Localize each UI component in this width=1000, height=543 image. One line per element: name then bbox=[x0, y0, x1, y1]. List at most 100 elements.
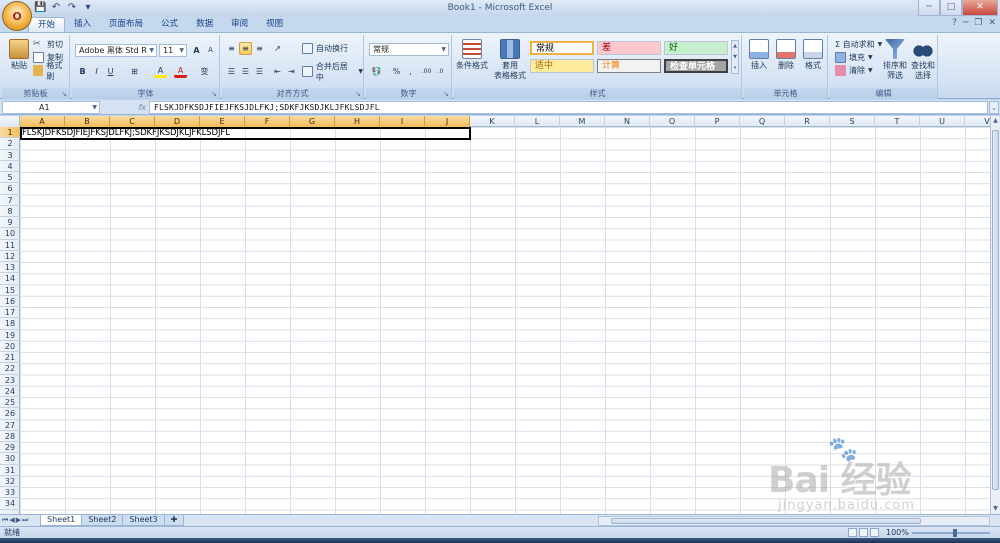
insert-cells-button[interactable]: 插入 bbox=[744, 37, 774, 71]
row-header-17[interactable]: 17 bbox=[0, 307, 20, 319]
tab-4[interactable]: 数据 bbox=[187, 17, 222, 32]
format-as-table-button[interactable]: 套用 表格格式 bbox=[492, 37, 528, 81]
doc-close-button[interactable]: ✕ bbox=[988, 18, 996, 28]
decrease-decimal-button[interactable]: .0 bbox=[434, 65, 447, 78]
style-neutral[interactable]: 适中 bbox=[530, 59, 594, 73]
grow-font-button[interactable]: A bbox=[190, 44, 203, 57]
row-header-30[interactable]: 30 bbox=[0, 453, 20, 465]
autosum-button[interactable]: Σ 自动求和 ▼ bbox=[835, 38, 882, 51]
page-layout-view-icon[interactable] bbox=[859, 528, 868, 537]
last-sheet-icon[interactable]: ⏭ bbox=[22, 515, 28, 526]
style-normal[interactable]: 常规 bbox=[530, 41, 594, 55]
selected-cell-outline[interactable] bbox=[20, 127, 471, 140]
column-header-a[interactable]: A bbox=[20, 116, 65, 127]
insert-sheet-icon[interactable]: ✚ bbox=[163, 515, 185, 526]
row-header-8[interactable]: 8 bbox=[0, 206, 20, 217]
row-header-15[interactable]: 15 bbox=[0, 285, 20, 296]
underline-button[interactable]: U bbox=[104, 65, 117, 78]
zoom-slider-thumb[interactable] bbox=[953, 529, 957, 537]
vertical-scroll-thumb[interactable] bbox=[992, 130, 999, 490]
row-header-14[interactable]: 14 bbox=[0, 273, 20, 285]
dialog-launcher-icon[interactable]: ↘ bbox=[211, 90, 217, 98]
formula-input[interactable]: FLSKJDFKSDJFIEJFKSJDLFKJ;SDKFJKSDJKLJFKL… bbox=[149, 101, 988, 114]
fx-icon[interactable]: fx bbox=[138, 103, 146, 112]
row-header-12[interactable]: 12 bbox=[0, 251, 20, 262]
row-header-34[interactable]: 34 bbox=[0, 498, 20, 510]
fill-color-button[interactable]: A bbox=[154, 65, 167, 78]
align-left-icon[interactable]: ☰ bbox=[225, 65, 238, 78]
maximize-button[interactable]: □ bbox=[940, 0, 962, 16]
row-header-4[interactable]: 4 bbox=[0, 161, 20, 172]
doc-minimize-button[interactable]: ─ bbox=[963, 18, 968, 28]
column-header-e[interactable]: E bbox=[200, 116, 245, 127]
align-middle-icon[interactable]: ≡ bbox=[239, 42, 252, 55]
doc-restore-button[interactable]: ❐ bbox=[974, 18, 982, 28]
name-box[interactable]: A1 ▼ bbox=[2, 101, 100, 114]
minimize-button[interactable]: ─ bbox=[918, 0, 940, 16]
increase-indent-icon[interactable]: ⇥ bbox=[285, 65, 298, 78]
next-sheet-icon[interactable]: ▶ bbox=[16, 515, 21, 526]
column-header-h[interactable]: H bbox=[335, 116, 380, 127]
find-select-button[interactable]: 查找和 选择 bbox=[910, 37, 936, 81]
horizontal-scrollbar[interactable] bbox=[598, 516, 990, 526]
row-header-13[interactable]: 13 bbox=[0, 262, 20, 274]
help-icon[interactable]: ? bbox=[952, 18, 957, 28]
border-button[interactable]: ⊞ bbox=[128, 65, 141, 78]
row-header-21[interactable]: 21 bbox=[0, 352, 20, 364]
format-cells-button[interactable]: 格式 bbox=[798, 37, 828, 71]
font-size-combo[interactable]: 11 ▼ bbox=[159, 44, 187, 57]
row-header-24[interactable]: 24 bbox=[0, 386, 20, 397]
merge-center-button[interactable]: 合并后居中 ▼ bbox=[302, 62, 363, 82]
shrink-font-button[interactable]: A bbox=[204, 44, 217, 57]
styles-gallery-scroll[interactable]: ▲ ▼ ▾ bbox=[731, 40, 739, 74]
zoom-slider[interactable] bbox=[912, 532, 990, 534]
comma-button[interactable]: , bbox=[404, 65, 417, 78]
row-header-11[interactable]: 11 bbox=[0, 240, 20, 251]
column-header-i[interactable]: I bbox=[380, 116, 425, 127]
align-bottom-icon[interactable]: ≡ bbox=[253, 42, 266, 55]
row-header-3[interactable]: 3 bbox=[0, 150, 20, 161]
column-header-v[interactable]: V bbox=[965, 116, 990, 127]
column-header-c[interactable]: C bbox=[110, 116, 155, 127]
expand-formula-bar-icon[interactable]: ⌄ bbox=[989, 101, 999, 114]
normal-view-icon[interactable] bbox=[848, 528, 857, 537]
dialog-launcher-icon[interactable]: ↘ bbox=[61, 90, 67, 98]
row-header-19[interactable]: 19 bbox=[0, 330, 20, 341]
scroll-down-icon[interactable]: ▼ bbox=[991, 504, 1000, 514]
sort-filter-button[interactable]: 排序和 筛选 bbox=[882, 37, 908, 81]
tab-1[interactable]: 插入 bbox=[65, 17, 100, 32]
vertical-scrollbar[interactable]: ▲ ▼ bbox=[990, 116, 1000, 514]
row-header-32[interactable]: 32 bbox=[0, 476, 20, 487]
paste-button[interactable]: 粘贴 bbox=[4, 37, 34, 71]
conditional-formatting-button[interactable]: 条件格式 bbox=[454, 37, 490, 71]
row-header-26[interactable]: 26 bbox=[0, 408, 20, 420]
row-header-6[interactable]: 6 bbox=[0, 183, 20, 195]
row-header-29[interactable]: 29 bbox=[0, 442, 20, 454]
delete-cells-button[interactable]: 删除 bbox=[771, 37, 801, 71]
align-right-icon[interactable]: ☰ bbox=[253, 65, 266, 78]
column-header-n[interactable]: N bbox=[605, 116, 650, 127]
number-format-combo[interactable]: 常规 ▼ bbox=[369, 43, 449, 56]
row-header-10[interactable]: 10 bbox=[0, 228, 20, 240]
column-header-s[interactable]: S bbox=[830, 116, 875, 127]
column-header-r[interactable]: R bbox=[785, 116, 830, 127]
decrease-indent-icon[interactable]: ⇤ bbox=[271, 65, 284, 78]
first-sheet-icon[interactable]: ⏮ bbox=[2, 515, 8, 526]
fill-button[interactable]: 填充 ▼ bbox=[835, 51, 873, 64]
row-header-25[interactable]: 25 bbox=[0, 397, 20, 409]
row-header-16[interactable]: 16 bbox=[0, 296, 20, 307]
align-top-icon[interactable]: ≡ bbox=[225, 42, 238, 55]
select-all-corner[interactable] bbox=[0, 116, 20, 127]
row-header-22[interactable]: 22 bbox=[0, 363, 20, 375]
column-header-q[interactable]: Q bbox=[740, 116, 785, 127]
row-header-33[interactable]: 33 bbox=[0, 487, 20, 499]
close-button[interactable]: ✕ bbox=[962, 0, 998, 16]
style-check-cell[interactable]: 检查单元格 bbox=[664, 59, 728, 73]
row-header-18[interactable]: 18 bbox=[0, 318, 20, 330]
row-header-20[interactable]: 20 bbox=[0, 341, 20, 352]
column-header-k[interactable]: K bbox=[470, 116, 515, 127]
tab-0[interactable]: 开始 bbox=[28, 17, 66, 32]
column-header-g[interactable]: G bbox=[290, 116, 335, 127]
column-header-p[interactable]: P bbox=[695, 116, 740, 127]
tab-5[interactable]: 审阅 bbox=[222, 17, 257, 32]
